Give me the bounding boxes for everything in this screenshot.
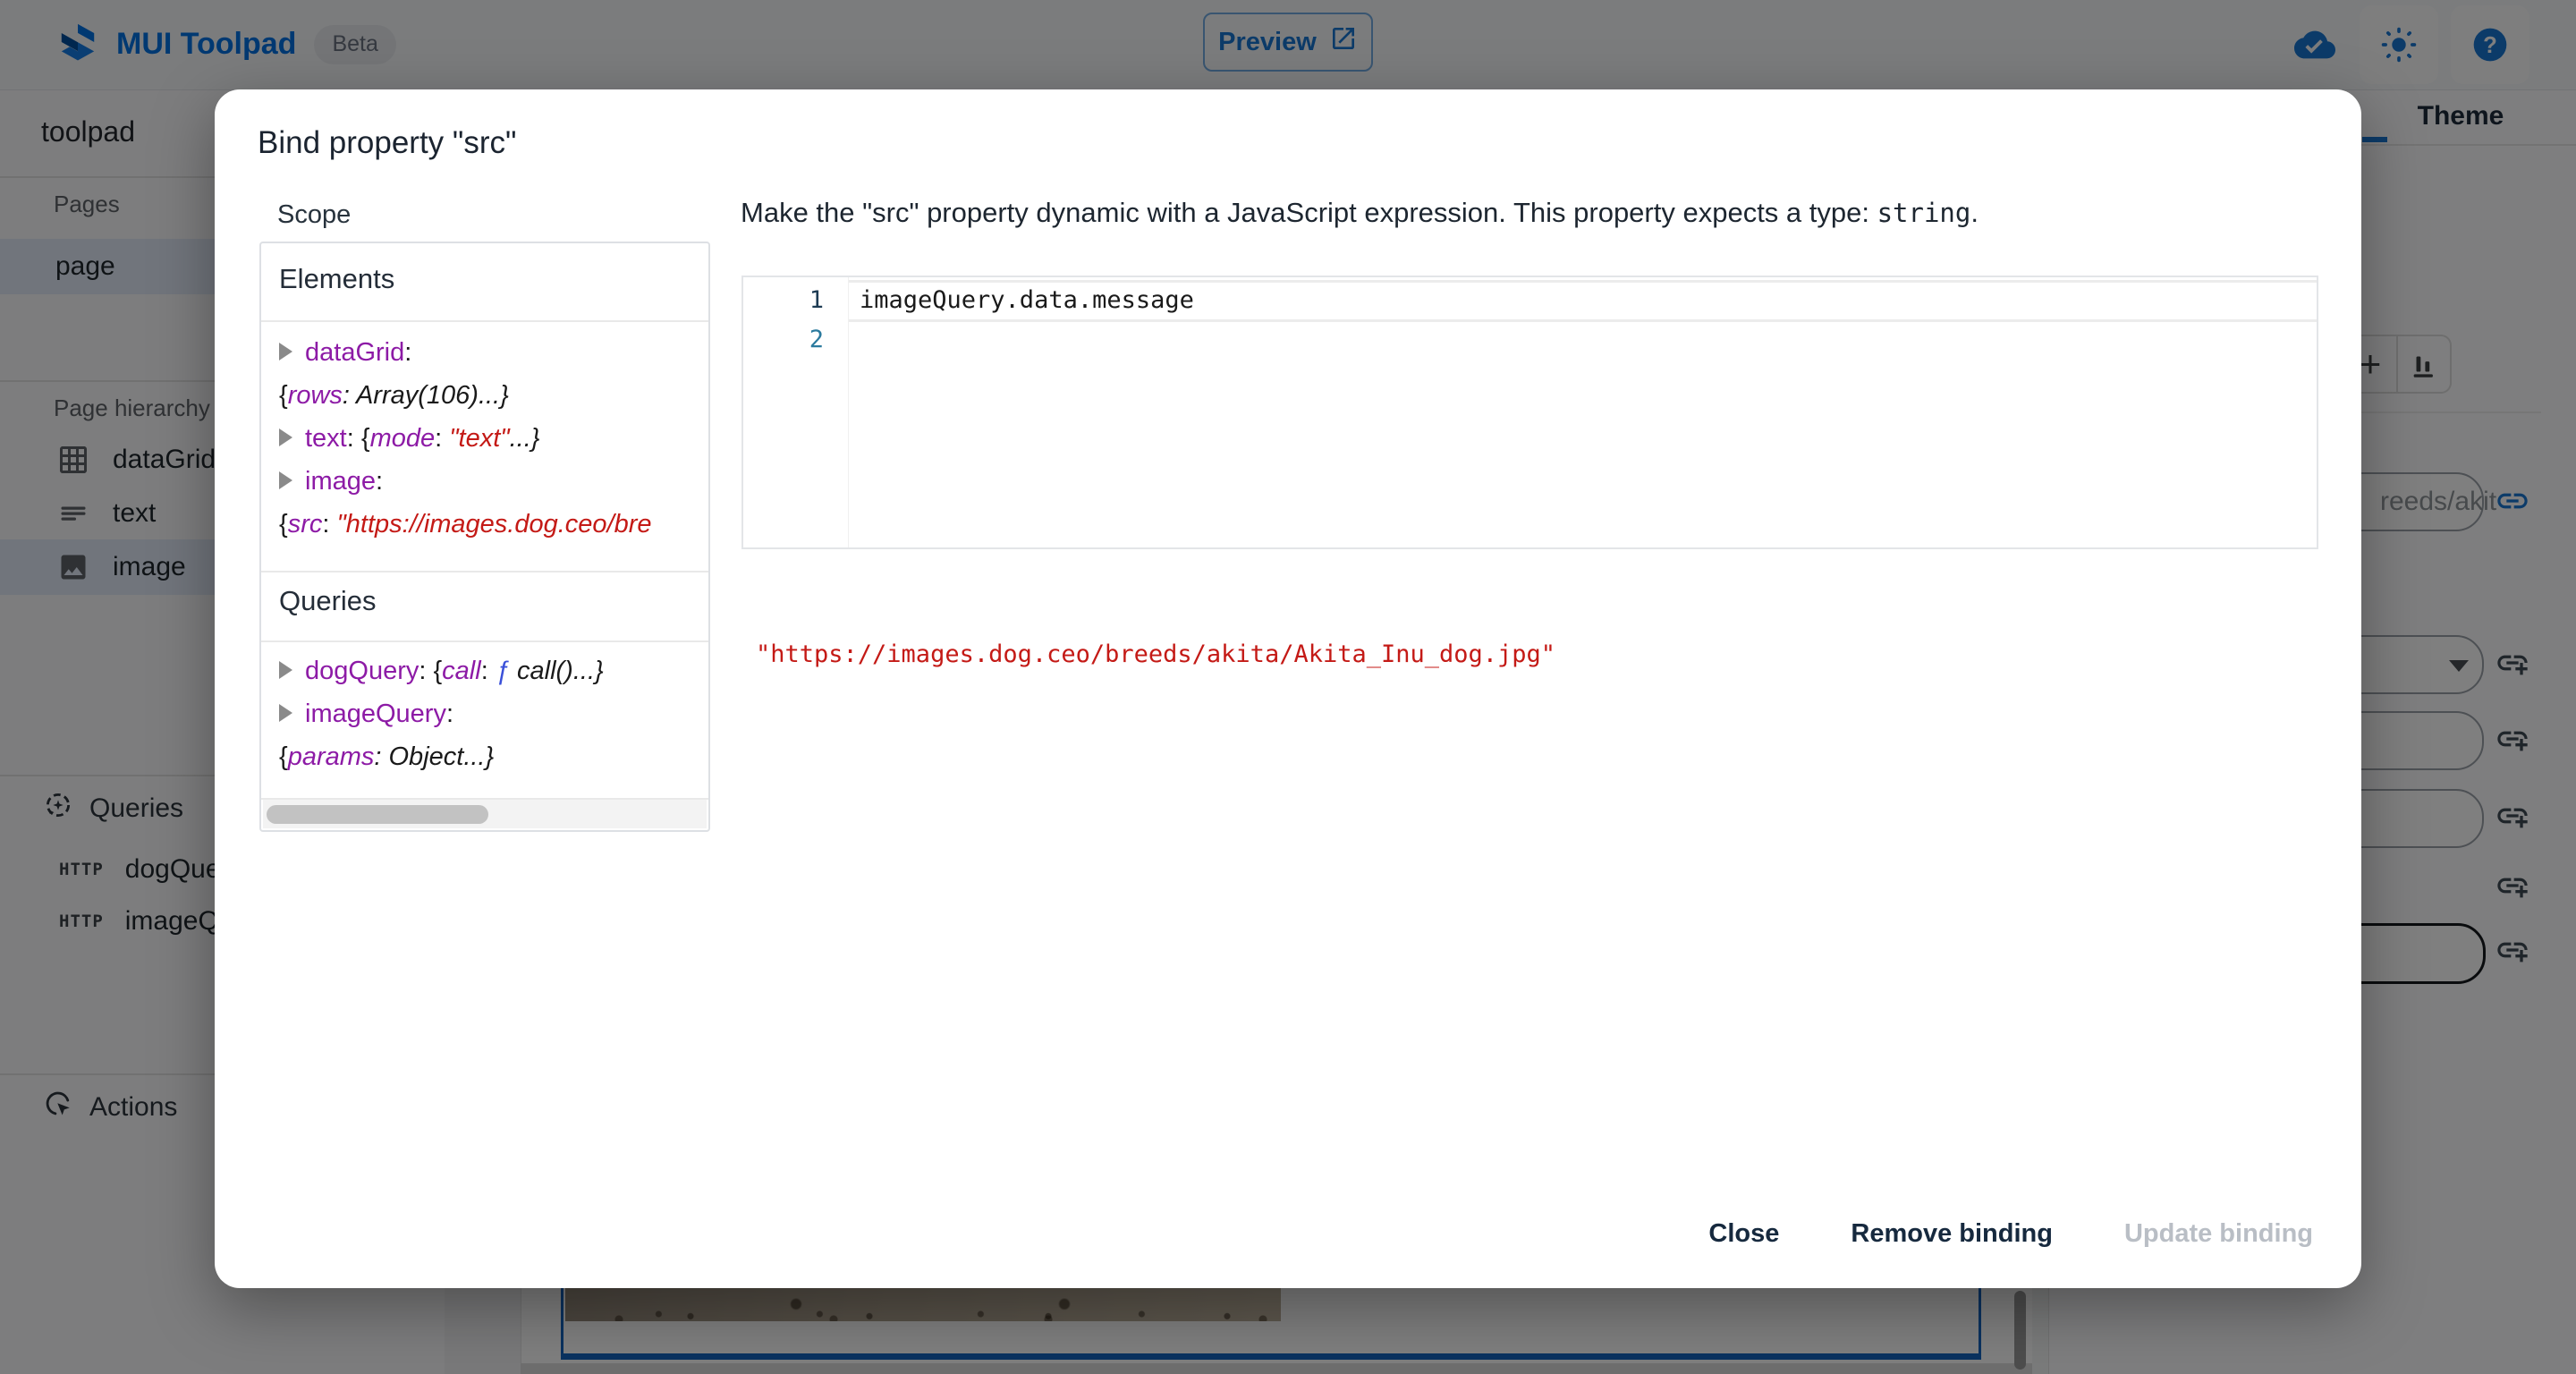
expand-arrow-icon[interactable] <box>279 471 292 489</box>
expand-arrow-icon[interactable] <box>279 343 292 360</box>
dialog-actions: Close Remove binding Update binding <box>1701 1210 2320 1258</box>
scrollbar-thumb[interactable] <box>267 805 488 824</box>
close-button[interactable]: Close <box>1701 1210 1786 1258</box>
divider <box>261 320 708 322</box>
expand-arrow-icon[interactable] <box>279 704 292 722</box>
scope-browser: Elements dataGrid: {rows: Array(106)...}… <box>259 242 710 832</box>
line-number: 2 <box>743 326 824 353</box>
remove-binding-button[interactable]: Remove binding <box>1843 1210 2060 1258</box>
scope-label: Scope <box>277 200 351 230</box>
tree-item-datagrid[interactable]: dataGrid: <box>279 338 705 368</box>
tree-item-dogquery[interactable]: dogQuery: {call: ƒ call()...} <box>279 657 705 686</box>
js-expression-editor[interactable]: 1 2 imageQuery.data.message <box>741 276 2318 549</box>
scope-horizontal-scrollbar[interactable] <box>263 800 707 828</box>
queries-header: Queries <box>279 585 377 617</box>
elements-header: Elements <box>279 263 394 295</box>
evaluated-result: "https://images.dog.ceo/breeds/akita/Aki… <box>756 640 1555 668</box>
update-binding-button[interactable]: Update binding <box>2117 1210 2320 1258</box>
tree-item-text[interactable]: text: {mode: "text"...} <box>279 424 705 454</box>
expand-arrow-icon[interactable] <box>279 428 292 446</box>
tree-item-datagrid-preview: {rows: Array(106)...} <box>279 381 705 411</box>
line-number: 1 <box>743 286 824 314</box>
dialog-title: Bind property "src" <box>258 125 516 161</box>
expand-arrow-icon[interactable] <box>279 661 292 679</box>
tree-item-image-preview: {src: "https://images.dog.ceo/bre <box>279 510 705 539</box>
gutter-separator <box>848 277 849 547</box>
dialog-instruction: Make the "src" property dynamic with a J… <box>741 197 1979 229</box>
divider <box>261 571 708 572</box>
app-root: MUI Toolpad Beta Preview <box>0 0 2576 1374</box>
expression-code: imageQuery.data.message <box>860 286 1194 314</box>
type-name: string <box>1877 198 1971 228</box>
tree-item-imagequery[interactable]: imageQuery: <box>279 700 705 729</box>
divider <box>261 640 708 642</box>
bind-property-dialog: Bind property "src" Scope Elements dataG… <box>215 89 2361 1288</box>
tree-item-imagequery-preview: {params: Object...} <box>279 742 705 772</box>
tree-item-image[interactable]: image: <box>279 467 705 496</box>
